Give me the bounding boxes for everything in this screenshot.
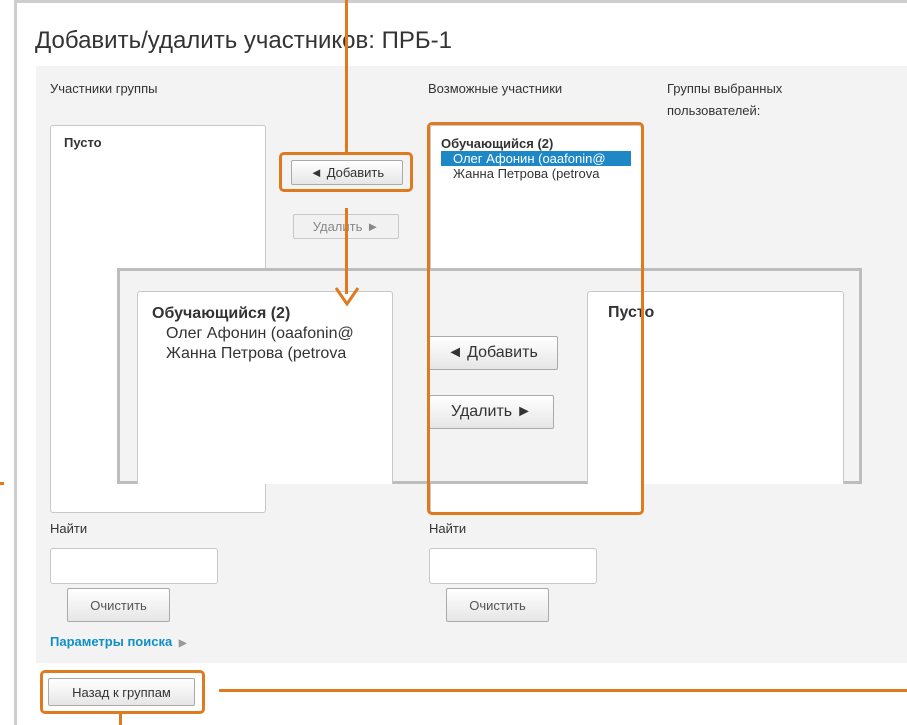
groups-column-label-line2: пользователей:: [667, 103, 761, 118]
members-empty-text: Пусто: [64, 135, 102, 150]
potential-list-highlight: [427, 122, 644, 515]
potential-clear-button[interactable]: Очистить: [446, 588, 549, 622]
callout-line: [345, 208, 348, 294]
page-title: Добавить/удалить участников: ПРБ-1: [35, 27, 452, 54]
expand-arrow-icon: ▶: [178, 638, 187, 649]
members-search-label: Найти: [50, 521, 88, 536]
zoom-group-header: Обучающийся (2): [152, 305, 291, 322]
arrow-down-icon: [334, 287, 360, 307]
groups-column-label-line1: Группы выбранных: [667, 81, 783, 96]
remove-button-label: Удалить: [312, 219, 363, 234]
callout-line: [0, 482, 4, 485]
search-options-label: Параметры поиска: [50, 634, 173, 649]
back-button-highlight: [40, 670, 205, 714]
members-search-input[interactable]: [50, 548, 218, 584]
potential-search-label: Найти: [429, 521, 467, 536]
zoom-potential-listbox: Обучающийся (2) Олег Афонин (oaafonin@ Ж…: [137, 291, 393, 484]
zoom-option: Жанна Петрова (petrova: [166, 345, 347, 362]
members-clear-button[interactable]: Очистить: [67, 588, 170, 622]
members-column-label: Участники группы: [50, 81, 158, 96]
search-options-link[interactable]: Параметры поиска ▶: [50, 634, 187, 649]
potential-column-label: Возможные участники: [428, 81, 563, 96]
callout-line: [119, 714, 122, 725]
callout-line: [219, 689, 907, 692]
zoom-option: Олег Афонин (oaafonin@: [166, 325, 354, 342]
potential-search-input[interactable]: [429, 548, 597, 584]
callout-line: [345, 0, 348, 152]
arrow-right-icon: ►: [366, 219, 380, 234]
add-button-highlight: [279, 152, 413, 192]
